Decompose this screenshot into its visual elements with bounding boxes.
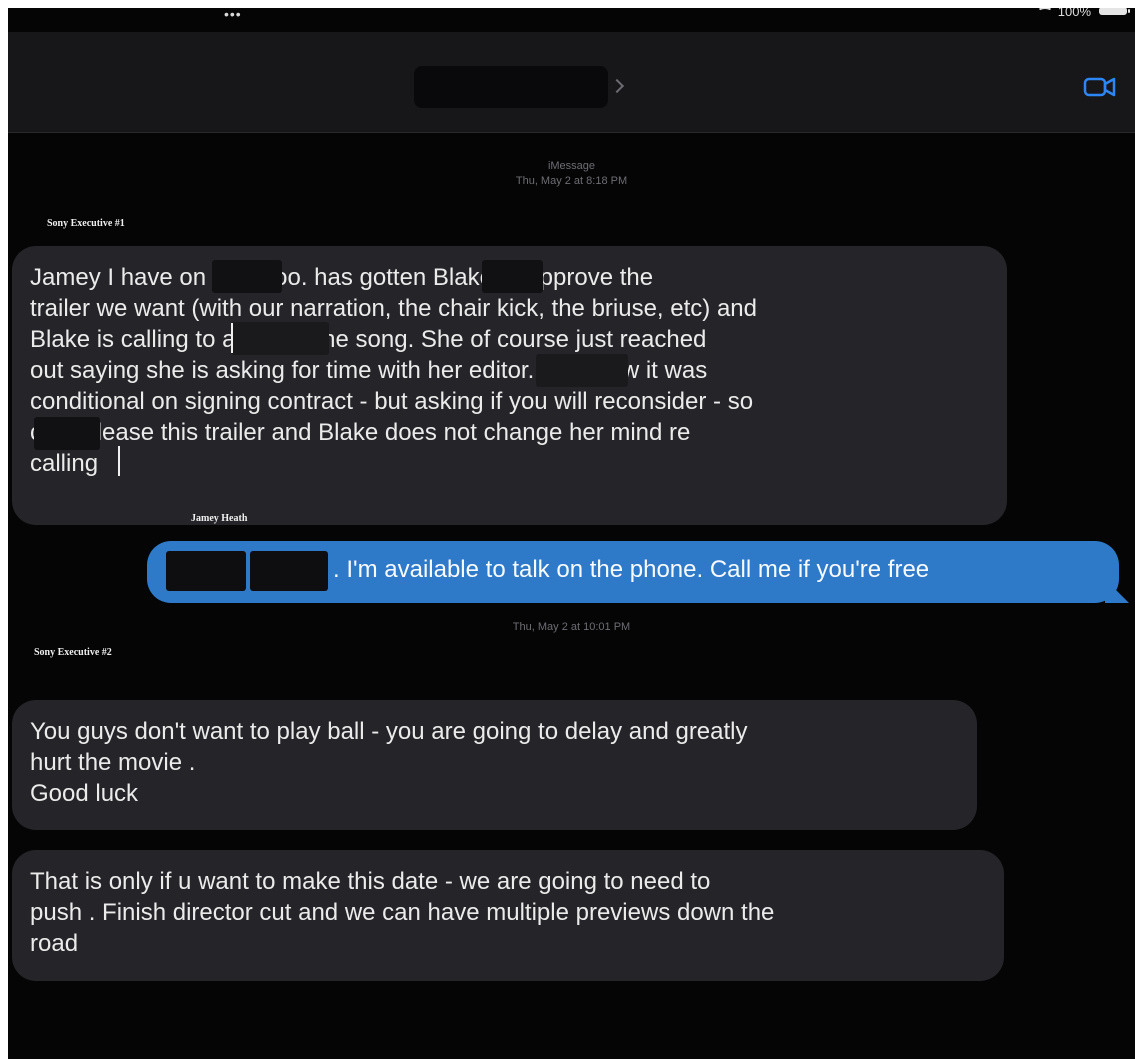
message-line: push . Finish director cut and we can ha…: [30, 899, 775, 926]
message-line: can release this trailer and Blake does …: [30, 419, 691, 446]
message-line: trailer we want (with our narration, the…: [30, 295, 757, 322]
messages-screen: ••• 100% iMessage Thu, May 2 at 8:18 PM …: [8, 8, 1135, 1059]
sender-label-sony-executive-2: Sony Executive #2: [34, 647, 112, 658]
text-cursor: [118, 446, 120, 476]
conversation-header: [8, 32, 1135, 133]
wifi-icon: [1036, 8, 1053, 17]
message-line: out saying she is asking for time with h…: [30, 357, 708, 384]
message-bubble-outgoing-1[interactable]: . I'm available to talk on the phone. Ca…: [147, 541, 1119, 603]
message-thread: iMessage Thu, May 2 at 8:18 PM Sony Exec…: [8, 133, 1135, 1059]
sender-label-jamey-heath: Jamey Heath: [191, 513, 248, 524]
message-bubble-incoming-1[interactable]: Jamey I have on here too. has gotten Bla…: [12, 246, 1007, 525]
redaction-box: [536, 354, 628, 387]
message-bubble-incoming-3[interactable]: That is only if u want to make this date…: [12, 850, 1004, 981]
message-line: calling: [30, 450, 99, 477]
timestamp-2: Thu, May 2 at 10:01 PM: [512, 621, 631, 633]
signal-dots: •••: [224, 8, 242, 22]
message-line: Blake is calling to approve the song. Sh…: [30, 326, 707, 353]
sender-label-sony-executive-1: Sony Executive #1: [47, 218, 125, 229]
chevron-right-icon[interactable]: [609, 78, 625, 94]
timestamp-1: Thu, May 2 at 8:18 PM: [515, 175, 628, 187]
status-right: 100%: [1036, 8, 1130, 19]
redaction-box: [212, 260, 282, 293]
redaction-box: [250, 551, 328, 591]
redaction-box: [482, 260, 543, 293]
redaction-box: [166, 551, 246, 591]
message-line: conditional on signing contract - but as…: [30, 388, 754, 415]
video-camera-icon[interactable]: [1083, 76, 1117, 98]
message-line: road: [30, 930, 79, 957]
message-bubble-incoming-2[interactable]: You guys don't want to play ball - you a…: [12, 700, 977, 830]
redaction-box: [34, 417, 100, 450]
redaction-box: [231, 322, 329, 355]
message-line: Good luck: [30, 780, 139, 807]
service-label: iMessage: [547, 160, 596, 172]
battery-icon: [1099, 8, 1130, 15]
message-line: hurt the movie .: [30, 749, 196, 776]
status-bar: ••• 100%: [8, 8, 1135, 32]
contact-name-redacted[interactable]: [414, 66, 608, 108]
message-line: . I'm available to talk on the phone. Ca…: [333, 556, 930, 583]
message-line: That is only if u want to make this date…: [30, 868, 711, 895]
message-line: You guys don't want to play ball - you a…: [30, 718, 748, 745]
battery-text: 100%: [1057, 8, 1091, 19]
text-cursor: [231, 323, 233, 353]
